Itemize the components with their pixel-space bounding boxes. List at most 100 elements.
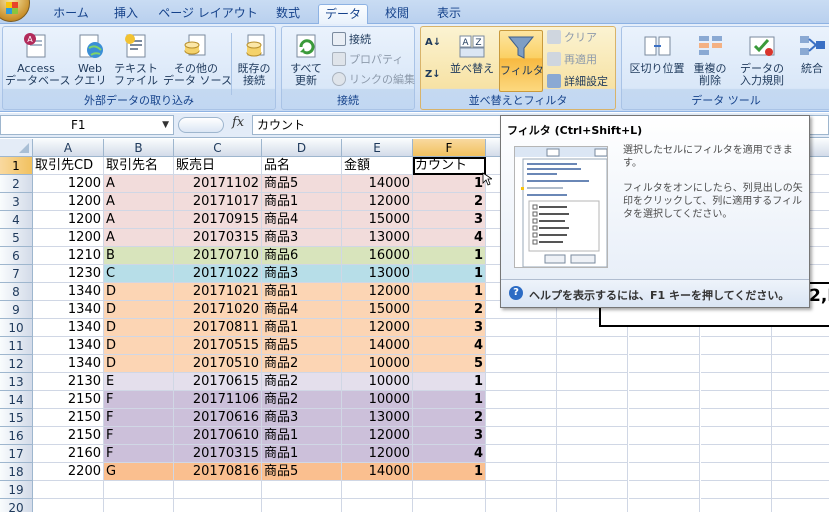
row-header[interactable]: 4	[0, 211, 33, 229]
table-cell[interactable]: 10000	[342, 355, 413, 373]
empty-cell[interactable]	[557, 499, 628, 512]
table-cell[interactable]: A	[104, 175, 174, 193]
access-database-button[interactable]: A Access データベース	[5, 31, 70, 87]
empty-cell[interactable]	[557, 391, 628, 409]
table-cell[interactable]: D	[104, 337, 174, 355]
table-cell[interactable]	[413, 481, 486, 499]
table-cell[interactable]: 15000	[342, 301, 413, 319]
empty-cell[interactable]	[629, 481, 700, 499]
table-cell[interactable]: 4	[413, 337, 486, 355]
empty-cell[interactable]	[557, 337, 628, 355]
empty-cell[interactable]	[486, 373, 557, 391]
table-cell[interactable]: 1200	[33, 229, 104, 247]
consolidate-button[interactable]: 統合	[794, 31, 829, 75]
table-cell[interactable]: 商品5	[262, 175, 342, 193]
empty-cell[interactable]	[486, 319, 557, 337]
table-cell[interactable]: 1340	[33, 283, 104, 301]
table-cell[interactable]: 16000	[342, 247, 413, 265]
header-cell[interactable]: 取引先名	[104, 157, 174, 175]
table-cell[interactable]: F	[104, 445, 174, 463]
table-cell[interactable]: A	[104, 211, 174, 229]
empty-cell[interactable]	[771, 427, 829, 445]
sort-descending-button[interactable]: Z↓	[425, 65, 441, 87]
text-file-button[interactable]: テキスト ファイル	[111, 31, 161, 87]
table-cell[interactable]: C	[104, 265, 174, 283]
table-cell[interactable]: 20171017	[174, 193, 262, 211]
table-cell[interactable]: 1	[413, 391, 486, 409]
table-cell[interactable]: 20170510	[174, 355, 262, 373]
empty-cell[interactable]	[557, 463, 628, 481]
table-cell[interactable]: 13000	[342, 265, 413, 283]
tab-home[interactable]: ホーム	[46, 4, 96, 24]
row-header[interactable]: 11	[0, 337, 33, 355]
table-cell[interactable]: B	[104, 247, 174, 265]
table-cell[interactable]: 1200	[33, 175, 104, 193]
table-cell[interactable]: 20171102	[174, 175, 262, 193]
table-cell[interactable]: 3	[413, 211, 486, 229]
table-cell[interactable]: 20170610	[174, 427, 262, 445]
row-header[interactable]: 10	[0, 319, 33, 337]
table-cell[interactable]: 20170816	[174, 463, 262, 481]
table-cell[interactable]: 12000	[342, 445, 413, 463]
table-cell[interactable]: 商品1	[262, 445, 342, 463]
table-cell[interactable]: 20171021	[174, 283, 262, 301]
empty-cell[interactable]	[701, 409, 772, 427]
empty-cell[interactable]	[486, 337, 557, 355]
table-cell[interactable]: 12000	[342, 319, 413, 337]
table-cell[interactable]: 商品2	[262, 355, 342, 373]
table-cell[interactable]: 20170615	[174, 373, 262, 391]
table-cell[interactable]: 5	[413, 355, 486, 373]
empty-cell[interactable]	[629, 499, 700, 512]
table-cell[interactable]: 2160	[33, 445, 104, 463]
tab-review[interactable]: 校閲	[376, 4, 418, 24]
table-cell[interactable]: 20170710	[174, 247, 262, 265]
table-cell[interactable]: 1340	[33, 337, 104, 355]
table-cell[interactable]: 2150	[33, 391, 104, 409]
row-header[interactable]: 14	[0, 391, 33, 409]
table-cell[interactable]: 20171106	[174, 391, 262, 409]
table-cell[interactable]: 商品4	[262, 301, 342, 319]
header-cell[interactable]: 金額	[342, 157, 413, 175]
table-cell[interactable]: 1	[413, 373, 486, 391]
formula-bar-resize-handle[interactable]	[178, 117, 224, 133]
table-cell[interactable]	[104, 481, 174, 499]
empty-cell[interactable]	[771, 355, 829, 373]
table-cell[interactable]: 20170315	[174, 229, 262, 247]
table-cell[interactable]: 20171022	[174, 265, 262, 283]
row-header[interactable]: 2	[0, 175, 33, 193]
row-header[interactable]: 16	[0, 427, 33, 445]
table-cell[interactable]: 1340	[33, 301, 104, 319]
table-cell[interactable]: 2200	[33, 463, 104, 481]
empty-cell[interactable]	[771, 499, 829, 512]
table-cell[interactable]: 1	[413, 247, 486, 265]
refresh-all-button[interactable]: すべて 更新	[286, 31, 326, 87]
table-cell[interactable]: 1	[413, 463, 486, 481]
table-cell[interactable]: 4	[413, 229, 486, 247]
row-header[interactable]: 15	[0, 409, 33, 427]
row-header[interactable]: 12	[0, 355, 33, 373]
empty-cell[interactable]	[557, 445, 628, 463]
empty-cell[interactable]	[701, 463, 772, 481]
column-header-a[interactable]: A	[33, 139, 104, 157]
empty-cell[interactable]	[486, 499, 557, 512]
edit-links-button[interactable]: リンクの編集	[332, 71, 415, 89]
table-cell[interactable]: F	[104, 427, 174, 445]
table-cell[interactable]: 12000	[342, 283, 413, 301]
insert-function-icon[interactable]: fx	[232, 115, 244, 130]
table-cell[interactable]	[262, 499, 342, 512]
empty-cell[interactable]	[701, 373, 772, 391]
table-cell[interactable]: 商品1	[262, 319, 342, 337]
empty-cell[interactable]	[486, 445, 557, 463]
table-cell[interactable]: 商品5	[262, 463, 342, 481]
advanced-filter-button[interactable]: 詳細設定	[547, 73, 608, 91]
existing-connections-button[interactable]: 既存の 接続	[233, 31, 275, 87]
row-header[interactable]: 8	[0, 283, 33, 301]
other-sources-button[interactable]: その他の データ ソース	[163, 31, 232, 87]
table-cell[interactable]: D	[104, 355, 174, 373]
table-cell[interactable]: F	[104, 391, 174, 409]
column-header-e[interactable]: E	[342, 139, 413, 157]
table-cell[interactable]: 3	[413, 319, 486, 337]
empty-cell[interactable]	[771, 481, 829, 499]
table-cell[interactable]	[33, 481, 104, 499]
empty-cell[interactable]	[557, 427, 628, 445]
